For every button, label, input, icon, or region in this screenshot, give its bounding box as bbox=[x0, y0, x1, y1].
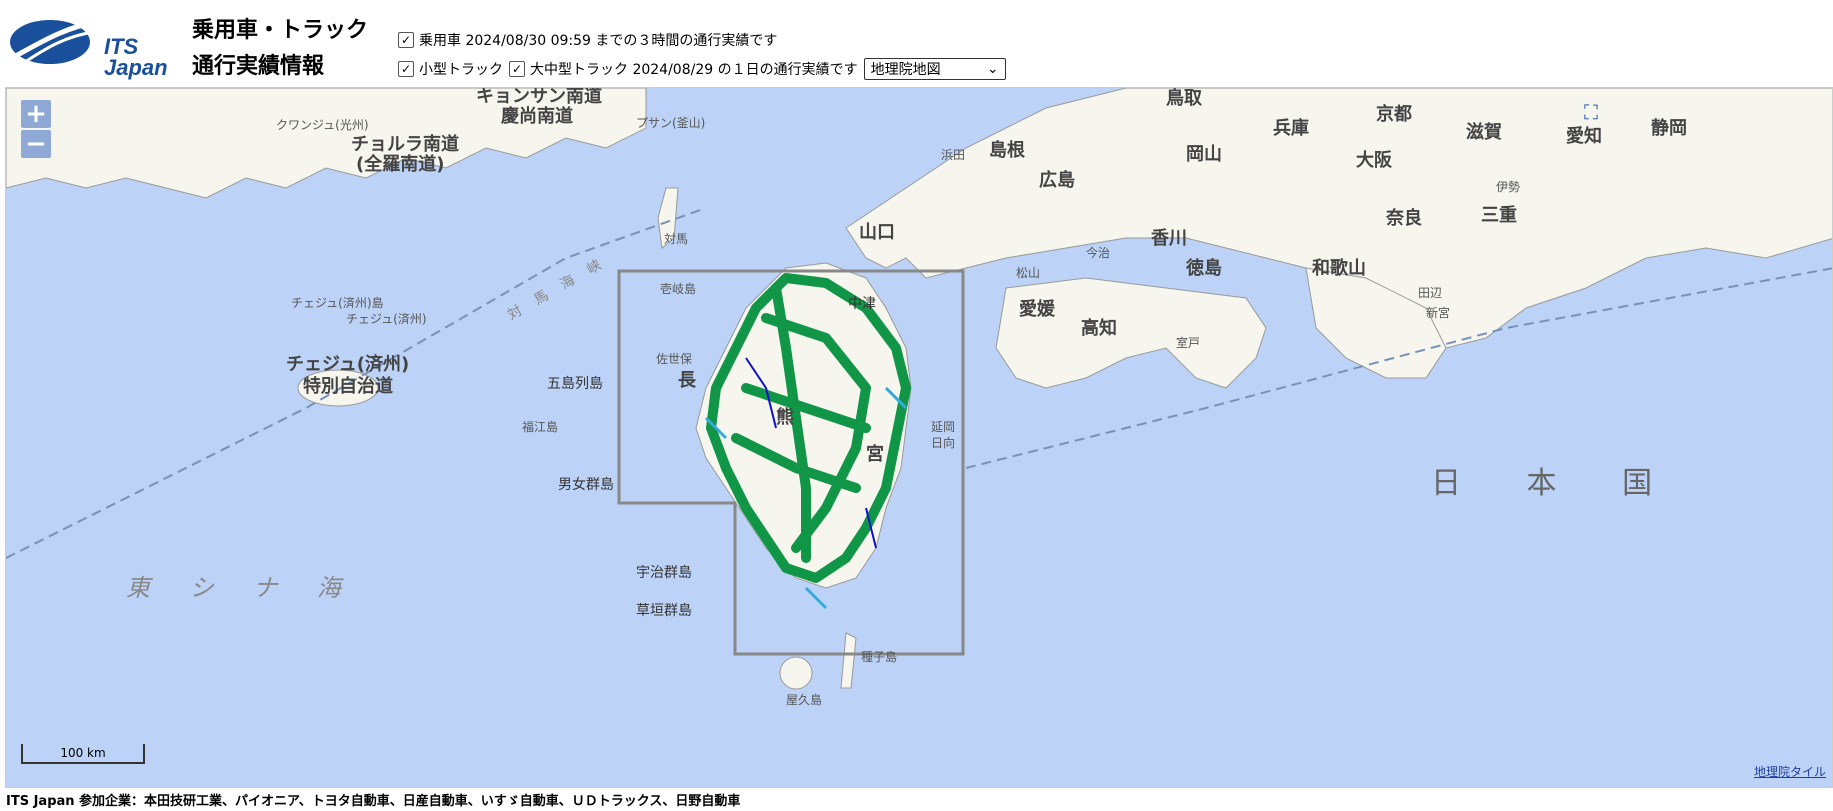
logo-text: ITS Japan bbox=[104, 34, 168, 80]
label-shimane: 島根 bbox=[989, 140, 1025, 161]
label-matsuyama: 松山 bbox=[1016, 266, 1041, 280]
label-kagawa: 香川 bbox=[1151, 228, 1187, 249]
passenger-car-row: ✓ 乗用車 2024/08/30 09:59 までの３時間の通行実績です bbox=[398, 30, 777, 50]
label-higashi-shinakai: 東 シ ナ 海 bbox=[126, 574, 357, 602]
label-wakayama: 和歌山 bbox=[1312, 258, 1366, 279]
label-imabari: 今治 bbox=[1086, 246, 1111, 260]
label-jeolla-nam-kanji: (全羅南道) bbox=[356, 154, 445, 175]
map-type-select[interactable]: 地理院地図 ⌄ bbox=[863, 58, 1006, 80]
tanegashima-shape bbox=[840, 632, 857, 689]
label-kyoto: 京都 bbox=[1376, 104, 1412, 125]
label-kumamoto: 熊 bbox=[776, 407, 794, 428]
label-goto: 五島列島 bbox=[547, 376, 603, 392]
label-kochi: 高知 bbox=[1081, 318, 1117, 339]
logo-text-line2: Japan bbox=[104, 55, 168, 80]
truck-row: ✓ 小型トラック ✓ 大中型トラック 2024/08/29 の１日の通行実績です… bbox=[398, 58, 1006, 80]
label-gwangju: クワンジュ(光州) bbox=[276, 118, 369, 132]
zoom-out-button[interactable]: − bbox=[21, 129, 51, 159]
attribution-link[interactable]: 地理院タイル bbox=[1754, 763, 1826, 780]
label-shiga: 滋賀 bbox=[1466, 122, 1502, 143]
label-osaka: 大阪 bbox=[1356, 150, 1392, 171]
logo-text-line1: ITS bbox=[104, 34, 139, 59]
map-type-select-value: 地理院地図 bbox=[870, 62, 941, 78]
label-kusagaki: 草垣群島 bbox=[636, 603, 692, 619]
label-uji: 宇治群島 bbox=[636, 565, 692, 581]
passenger-car-label: 乗用車 2024/08/30 09:59 までの３時間の通行実績です bbox=[419, 33, 778, 49]
yakushima-shape bbox=[779, 656, 813, 690]
large-truck-checkbox[interactable]: ✓ bbox=[509, 61, 525, 77]
label-hyuga: 日向 bbox=[931, 436, 956, 450]
label-okayama: 岡山 bbox=[1186, 144, 1222, 165]
map-base-layer bbox=[6, 88, 1832, 690]
label-tottori: 鳥取 bbox=[1166, 88, 1202, 109]
label-shizuoka: 静岡 bbox=[1651, 118, 1687, 139]
label-nara: 奈良 bbox=[1386, 208, 1422, 229]
small-truck-checkbox[interactable]: ✓ bbox=[398, 61, 414, 77]
page-title-line1: 乗用車・トラック bbox=[192, 18, 369, 43]
label-tokushima: 徳島 bbox=[1186, 258, 1222, 279]
label-tanabe: 田辺 bbox=[1418, 286, 1443, 300]
label-sasebo: 佐世保 bbox=[656, 352, 693, 366]
scale-bar: 100 km bbox=[21, 744, 145, 764]
page-title-line2: 通行実績情報 bbox=[192, 54, 325, 79]
label-danjo: 男女群島 bbox=[558, 477, 614, 493]
label-ehime: 愛媛 bbox=[1019, 299, 1055, 320]
label-yakushima: 屋久島 bbox=[786, 693, 823, 707]
zoom-in-button[interactable]: + bbox=[21, 99, 51, 129]
label-shingu: 新宮 bbox=[1426, 306, 1451, 320]
label-tanegashima: 種子島 bbox=[861, 650, 898, 664]
label-nakatsu: 中津 bbox=[848, 296, 876, 312]
fullscreen-icon[interactable]: ⛶ bbox=[1584, 100, 1608, 124]
label-nagasaki: 長 bbox=[678, 370, 696, 391]
label-hiroshima: 広島 bbox=[1039, 170, 1075, 191]
label-nihonkoku: 日 本 国 bbox=[1431, 466, 1681, 501]
small-truck-label: 小型トラック bbox=[419, 62, 503, 78]
label-mie: 三重 bbox=[1481, 205, 1517, 226]
label-fukue: 福江島 bbox=[522, 420, 559, 434]
label-jeju-island: チェジュ(済州)島 bbox=[291, 296, 384, 310]
label-hamada: 浜田 bbox=[941, 148, 966, 162]
label-iki: 壱岐島 bbox=[660, 282, 697, 296]
header: ITS Japan 乗用車・トラック 通行実績情報 ✓ 乗用車 2024/08/… bbox=[0, 0, 1833, 86]
chevron-down-icon: ⌄ bbox=[986, 61, 999, 77]
label-ise: 伊勢 bbox=[1496, 180, 1521, 194]
label-muroto: 室戸 bbox=[1176, 336, 1201, 350]
label-jeju-special: 特別自治道 bbox=[303, 376, 393, 397]
label-tsushima: 対馬 bbox=[664, 232, 689, 246]
label-nobeoka: 延岡 bbox=[931, 420, 956, 434]
its-japan-logo: ITS Japan bbox=[8, 14, 168, 79]
footer-sponsors: ITS Japan 参加企業：本田技研工業、パイオニア、トヨタ自動車、日産自動車… bbox=[6, 794, 741, 809]
label-yamaguchi: 山口 bbox=[859, 222, 895, 243]
label-busan: プサン(釜山) bbox=[636, 116, 706, 130]
label-hyogo: 兵庫 bbox=[1273, 118, 1309, 139]
logo-swoosh-icon bbox=[10, 19, 97, 66]
label-aichi: 愛知 bbox=[1566, 126, 1602, 147]
label-kyongsang-nam-kanji: 慶尚南道 bbox=[501, 106, 573, 127]
large-truck-label: 大中型トラック 2024/08/29 の１日の通行実績です bbox=[530, 62, 858, 78]
map-canvas[interactable]: 日 本 国 東 シ ナ 海 対 馬 海 峡 チェジュ(済州) 特別自治道 チェジ… bbox=[5, 87, 1833, 788]
passenger-car-checkbox[interactable]: ✓ bbox=[398, 32, 414, 48]
label-jeju-city: チェジュ(済州) bbox=[346, 312, 427, 326]
label-miyazaki: 宮 bbox=[866, 444, 884, 465]
